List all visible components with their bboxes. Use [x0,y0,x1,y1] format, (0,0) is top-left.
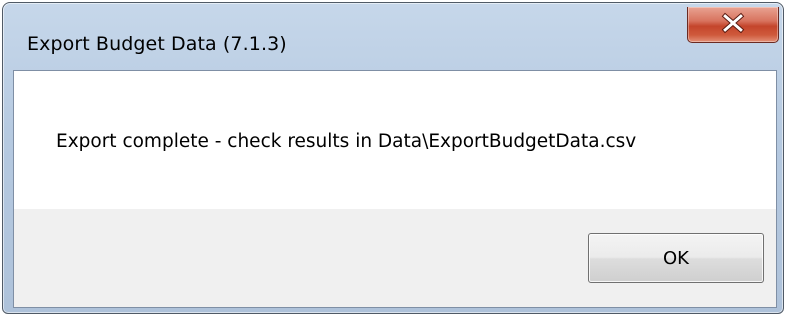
message-text: Export complete - check results in Data\… [56,131,637,152]
dialog-window: Export Budget Data (7.1.3) Export comple… [2,2,784,314]
message-panel: Export complete - check results in Data\… [14,71,776,209]
title-bar[interactable]: Export Budget Data (7.1.3) [3,3,783,69]
close-icon [721,12,745,34]
close-button[interactable] [687,7,779,43]
dialog-content: Export complete - check results in Data\… [13,70,777,308]
window-title: Export Budget Data (7.1.3) [27,33,287,55]
ok-button[interactable]: OK [588,233,764,283]
